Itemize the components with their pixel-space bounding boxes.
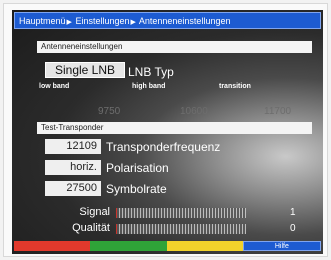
color-key-bar: Hilfe bbox=[14, 241, 321, 251]
signal-meter-fill bbox=[116, 208, 118, 218]
red-key-button[interactable] bbox=[14, 241, 91, 251]
polarisation-label: Polarisation bbox=[106, 161, 169, 175]
breadcrumb-item-antenna: Antenneneinstellungen bbox=[138, 16, 231, 26]
section-header-antenna: Antenneneinstellungen bbox=[37, 41, 312, 53]
lnb-type-label: LNB Typ bbox=[128, 65, 174, 79]
yellow-key-button[interactable] bbox=[166, 241, 243, 251]
tv-frame: Hauptmenü▶ Einstellungen▶ Antenneneinste… bbox=[3, 3, 328, 257]
signal-meter bbox=[116, 208, 246, 218]
signal-value: 1 bbox=[290, 207, 296, 218]
breadcrumb-item-main[interactable]: Hauptmenü bbox=[19, 16, 66, 26]
low-band-value[interactable]: 9750 bbox=[98, 106, 120, 117]
help-button[interactable]: Hilfe bbox=[242, 241, 321, 251]
symbol-rate-field[interactable]: 27500 bbox=[45, 181, 101, 196]
green-key-button[interactable] bbox=[90, 241, 167, 251]
quality-meter-fill bbox=[116, 224, 118, 234]
section-header-test-transponder: Test-Transponder bbox=[37, 122, 312, 134]
lnb-type-selector[interactable]: Single LNB bbox=[45, 62, 125, 78]
high-band-value[interactable]: 10600 bbox=[180, 106, 208, 117]
breadcrumb-item-settings[interactable]: Einstellungen bbox=[75, 16, 129, 26]
transponder-frequency-label: Transponderfrequenz bbox=[106, 140, 221, 154]
symbol-rate-label: Symbolrate bbox=[106, 182, 167, 196]
breadcrumb: Hauptmenü▶ Einstellungen▶ Antenneneinste… bbox=[14, 12, 321, 29]
breadcrumb-arrow-icon: ▶ bbox=[66, 19, 72, 26]
transition-label: transition bbox=[219, 83, 251, 90]
quality-value: 0 bbox=[290, 223, 296, 234]
quality-meter bbox=[116, 224, 246, 234]
transition-value[interactable]: 11700 bbox=[264, 106, 291, 117]
high-band-label: high band bbox=[132, 83, 166, 90]
quality-label: Qualität bbox=[72, 222, 110, 234]
osd-screen: Hauptmenü▶ Einstellungen▶ Antenneneinste… bbox=[12, 10, 323, 254]
transponder-frequency-field[interactable]: 12109 bbox=[45, 139, 101, 154]
polarisation-field[interactable]: horiz. bbox=[45, 160, 101, 175]
breadcrumb-arrow-icon: ▶ bbox=[130, 19, 136, 26]
low-band-label: low band bbox=[39, 83, 70, 90]
signal-label: Signal bbox=[79, 206, 110, 218]
